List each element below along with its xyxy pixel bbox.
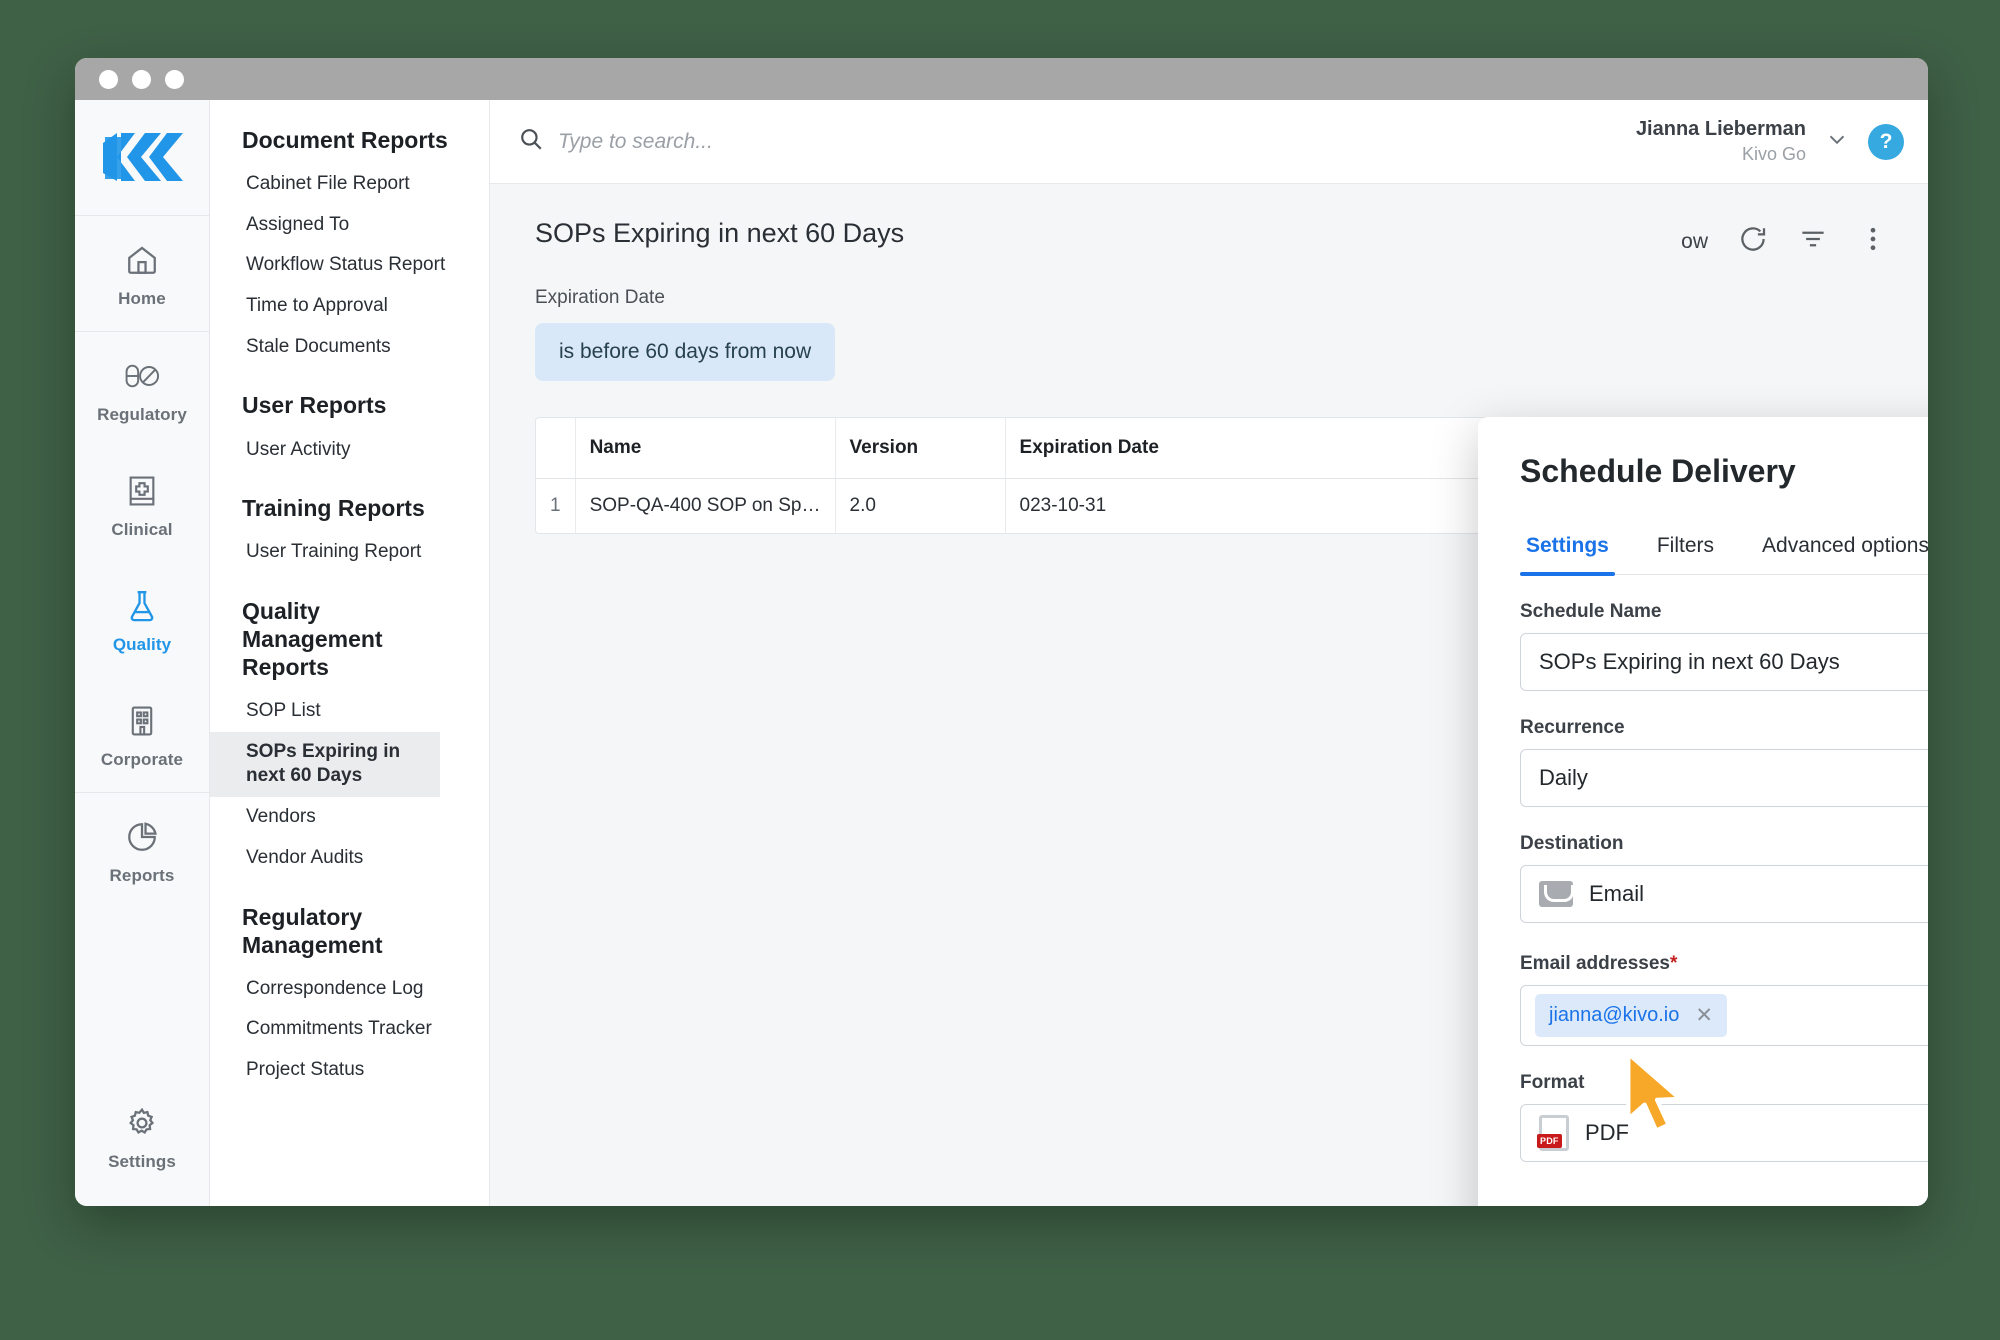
report-item-project-status[interactable]: Project Status [210,1050,489,1091]
rail-item-clinical[interactable]: Clinical [75,447,209,562]
dialog-tabs: Settings Filters Advanced options [1520,534,1928,576]
field-recurrence: Recurrence Daily ▼ [1520,717,1928,807]
destination-label: Destination [1520,833,1624,854]
report-item-sop-list[interactable]: SOP List [210,691,489,732]
search-icon [518,126,544,157]
gear-icon [75,1103,209,1143]
report-item-stale-documents[interactable]: Stale Documents [210,327,489,368]
rail-item-label: Quality [112,635,172,654]
report-item-sops-expiring-in-next-60-days[interactable]: SOPs Expiring in next 60 Days [210,731,440,798]
reports-group-title: Training Reports [242,495,425,522]
format-label: Format [1520,1072,1585,1094]
rail-item-regulatory[interactable]: Regulatory [75,332,209,447]
rail-item-settings[interactable]: Settings [75,1079,209,1206]
pdf-file-icon: PDF [1537,1115,1569,1152]
medical-book-icon [75,471,209,511]
kivo-logo[interactable] [101,100,183,215]
format-select[interactable]: PDF PDF ▼ [1520,1104,1928,1163]
report-item-time-to-approval[interactable]: Time to Approval [210,286,489,327]
report-item-vendors[interactable]: Vendors [210,797,489,838]
search-input[interactable] [558,129,978,154]
rail-item-label: Home [118,289,166,308]
report-item-assigned-to[interactable]: Assigned To [210,205,489,246]
tab-advanced-options[interactable]: Advanced options [1756,534,1928,574]
rail-item-label: Corporate [100,750,184,769]
rail-item-reports[interactable]: Reports [75,793,209,908]
browser-window: Home Regulatory Clinical Quality Corpora… [75,58,1928,1206]
email-chip[interactable]: jianna@kivo.io ✕ [1535,994,1727,1038]
chevron-down-icon[interactable] [1824,126,1850,157]
report-item-user-training-report[interactable]: User Training Report [210,532,489,573]
flask-icon [75,586,209,626]
rail-item-label: Clinical [111,520,173,539]
report-item-workflow-status-report[interactable]: Workflow Status Report [210,245,489,286]
field-format: Format PDF PDF ▼ [1520,1072,1928,1163]
home-icon [75,240,209,280]
destination-select[interactable]: Email ▼ [1520,865,1928,923]
field-email-addresses: Email addresses* All(1) External(0) [1520,949,1928,1047]
screen: Home Regulatory Clinical Quality Corpora… [0,0,2000,1340]
modal-overlay: Schedule Delivery Settings Filters Advan… [490,184,1928,1206]
field-schedule-name: Schedule Name SOPs Expiring in next 60 D… [1520,601,1928,691]
email-header: Email addresses* All(1) External(0) [1520,949,1928,985]
window-maximize-dot[interactable] [165,69,184,89]
pill-icon [75,356,209,396]
rail-item-label: Regulatory [97,405,187,424]
reports-list-panel: Document Reports Cabinet File Report Ass… [210,100,490,1206]
user-name: Jianna Lieberman [1635,118,1806,141]
tab-filters[interactable]: Filters [1651,534,1720,574]
reports-group-title: User Reports [242,392,387,419]
required-marker: * [1669,953,1678,975]
format-value: PDF [1585,1120,1629,1146]
user-info: Jianna Lieberman Kivo Go [1636,117,1806,166]
rail-item-home[interactable]: Home [75,216,209,331]
field-recurrence-time-row: Recurrence Daily ▼ Time 06:00 [1520,717,1928,807]
user-menu[interactable]: Jianna Lieberman Kivo Go ? [1636,117,1904,166]
recurrence-select[interactable]: Daily ▼ [1520,749,1928,807]
report-item-vendor-audits[interactable]: Vendor Audits [210,838,489,879]
window-minimize-dot[interactable] [132,69,151,89]
window-body: Home Regulatory Clinical Quality Corpora… [75,100,1928,1206]
content-area: SOPs Expiring in next 60 Days Expiration… [490,184,1928,1206]
envelope-icon [1539,881,1573,907]
rail-item-corporate[interactable]: Corporate [75,677,209,792]
destination-value-group: Email [1539,881,1644,907]
pie-chart-icon [75,817,209,857]
window-titlebar [75,58,1928,100]
recurrence-value: Daily [1539,765,1588,790]
email-chip-value: jianna@kivo.io [1549,1004,1680,1027]
primary-nav-rail: Home Regulatory Clinical Quality Corpora… [75,100,210,1206]
schedule-delivery-dialog: Schedule Delivery Settings Filters Advan… [1478,417,1928,1206]
window-close-dot[interactable] [99,69,118,89]
top-header: Jianna Lieberman Kivo Go ? [490,100,1928,184]
email-addresses-input[interactable]: jianna@kivo.io ✕ ✕ [1520,985,1928,1047]
recurrence-label: Recurrence [1520,717,1625,738]
help-button[interactable]: ? [1868,123,1904,160]
main-area: Jianna Lieberman Kivo Go ? SOPs Exp [490,100,1928,1206]
email-addresses-label: Email addresses* [1520,953,1677,975]
rail-item-quality[interactable]: Quality [75,562,209,677]
field-destination: Destination Email ▼ [1520,833,1928,923]
schedule-name-input[interactable]: SOPs Expiring in next 60 Days [1520,633,1928,691]
tab-settings[interactable]: Settings [1520,534,1615,576]
format-value-group: PDF PDF [1537,1115,1629,1152]
schedule-name-label: Schedule Name [1520,601,1662,622]
report-item-cabinet-file-report[interactable]: Cabinet File Report [210,164,489,205]
reports-group-title: Regulatory Management [242,903,383,958]
report-item-correspondence-log[interactable]: Correspondence Log [210,969,489,1010]
email-addresses-label-text: Email addresses [1520,953,1670,975]
reports-group-title: Document Reports [242,127,448,153]
rail-item-label: Reports [109,866,175,885]
report-item-user-activity[interactable]: User Activity [210,430,489,471]
reports-group-title: Quality Management Reports [242,597,383,681]
rail-item-label: Settings [108,1152,176,1171]
close-icon[interactable]: ✕ [1695,1003,1713,1028]
user-org: Kivo Go [1741,143,1806,164]
dialog-title: Schedule Delivery [1520,453,1796,489]
building-icon [75,701,209,741]
report-item-commitments-tracker[interactable]: Commitments Tracker [210,1009,489,1050]
search-bar[interactable] [518,126,1636,157]
destination-value: Email [1589,881,1645,906]
